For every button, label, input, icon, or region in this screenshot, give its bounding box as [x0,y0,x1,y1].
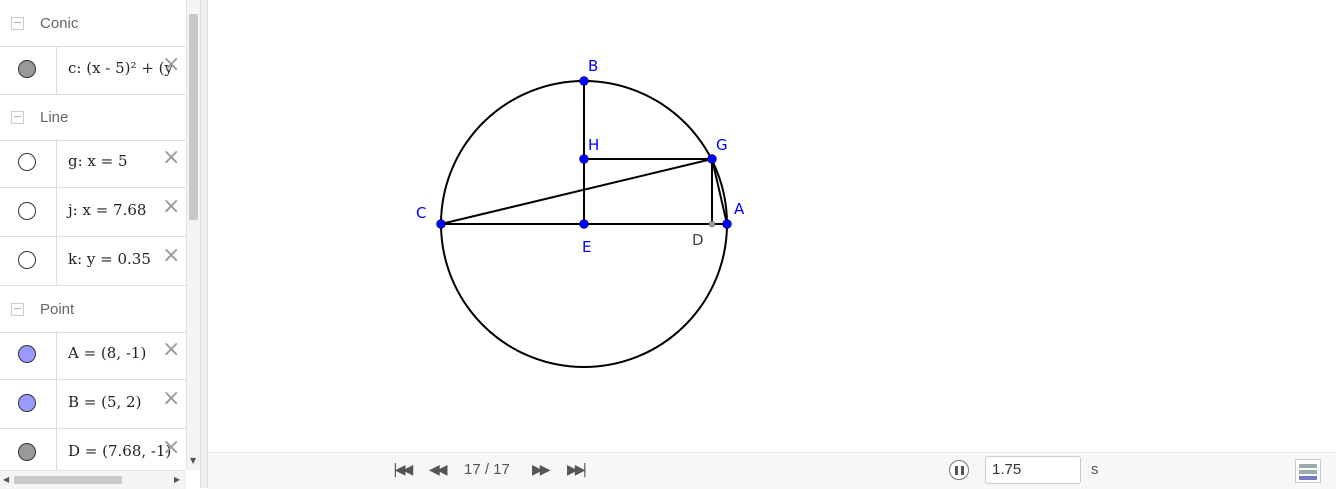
group-header-conic[interactable]: − Conic [0,2,186,47]
label-D: D [692,231,704,249]
vertical-scrollbar[interactable]: ▼ [186,0,201,470]
scroll-left-icon[interactable]: ◀ [3,475,9,484]
label-C: C [416,204,426,222]
graphics-view[interactable]: A B C D E G H [208,0,1336,488]
point-G[interactable] [707,154,717,164]
algebra-item-g[interactable]: g: x = 5 × [0,139,186,188]
keyboard-icon[interactable] [1295,459,1321,483]
point-D[interactable] [708,220,716,228]
scrollbar-thumb[interactable] [189,14,198,220]
algebra-item-k[interactable]: k: y = 0.35 × [0,237,186,286]
group-header-point[interactable]: − Point [0,288,186,333]
segment-CG[interactable] [440,158,713,225]
algebra-item-B[interactable]: B = (5, 2) × [0,380,186,429]
step-back-icon[interactable]: ◀◀ [429,462,447,478]
point-E[interactable] [579,219,589,229]
algebra-expression[interactable]: D = (7.68, -1) [68,442,171,460]
speed-input[interactable]: 1.75 [985,456,1081,484]
step-counter: 17 / 17 [464,461,510,478]
delete-icon[interactable]: × [162,145,180,170]
pause-icon[interactable] [949,460,969,480]
visibility-toggle[interactable] [18,345,36,363]
algebra-item-j[interactable]: j: x = 7.68 × [0,188,186,237]
delete-icon[interactable]: × [162,386,180,411]
algebra-item-D[interactable]: D = (7.68, -1) × [0,429,186,470]
point-A[interactable] [722,219,732,229]
collapse-icon[interactable]: − [11,111,24,124]
delete-icon[interactable]: × [162,194,180,219]
algebra-expression[interactable]: c: (x - 5)² + (y [68,59,173,77]
group-label: Conic [40,15,79,32]
skip-end-icon[interactable]: ▶▶| [567,462,587,478]
step-forward-icon[interactable]: ▶▶ [532,462,550,478]
skip-start-icon[interactable]: |◀◀ [393,462,413,478]
delete-icon[interactable]: × [162,52,180,77]
segment-GA[interactable] [711,158,728,225]
group-header-line[interactable]: − Line [0,96,186,141]
group-label: Line [40,109,69,126]
point-C[interactable] [436,219,446,229]
algebra-expression[interactable]: B = (5, 2) [68,393,141,411]
animation-bar: |◀◀ ◀◀ 17 / 17 ▶▶ ▶▶| 1.75 s [208,452,1336,489]
visibility-toggle[interactable] [18,202,36,220]
visibility-toggle[interactable] [18,394,36,412]
scroll-down-icon[interactable]: ▼ [190,456,196,465]
scrollbar-thumb[interactable] [14,476,122,484]
delete-icon[interactable]: × [162,337,180,362]
label-B: B [588,57,598,75]
delete-icon[interactable]: × [162,435,180,460]
collapse-icon[interactable]: − [11,303,24,316]
visibility-toggle[interactable] [18,60,36,78]
delete-icon[interactable]: × [162,243,180,268]
horizontal-scrollbar[interactable]: ◀ ▶ [0,470,186,489]
group-label: Point [40,301,75,318]
algebra-expression[interactable]: k: y = 0.35 [68,250,151,268]
algebra-expression[interactable]: j: x = 7.68 [68,201,146,219]
collapse-icon[interactable]: − [11,17,24,30]
algebra-item-A[interactable]: A = (8, -1) × [0,331,186,380]
visibility-toggle[interactable] [18,443,36,461]
algebra-expression[interactable]: g: x = 5 [68,152,128,170]
label-A: A [734,200,745,218]
label-G: G [716,136,728,154]
point-H[interactable] [579,154,589,164]
label-H: H [588,136,599,154]
scroll-right-icon[interactable]: ▶ [174,475,180,484]
algebra-view: − Conic c: (x - 5)² + (y × − Line g: x =… [0,0,186,470]
visibility-toggle[interactable] [18,251,36,269]
geometry-canvas[interactable]: A B C D E G H [208,0,1336,452]
point-B[interactable] [579,76,589,86]
label-E: E [582,238,591,256]
algebra-expression[interactable]: A = (8, -1) [68,344,146,362]
algebra-item-c[interactable]: c: (x - 5)² + (y × [0,46,186,95]
speed-unit: s [1091,461,1099,478]
panel-divider[interactable] [200,0,208,488]
visibility-toggle[interactable] [18,153,36,171]
